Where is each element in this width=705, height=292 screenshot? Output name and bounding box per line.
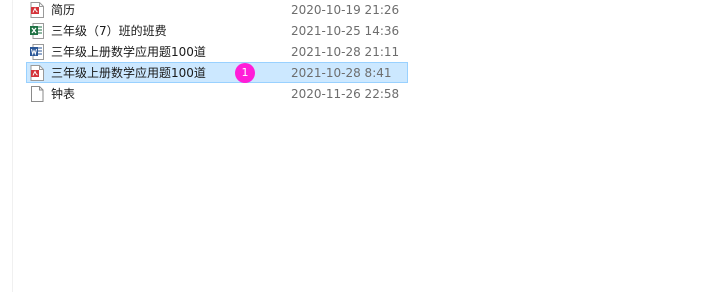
pane-divider[interactable] [12,0,13,292]
file-name: 钟表 [51,87,76,101]
pdf-file-icon [30,2,44,18]
file-name: 三年级（7）班的班费 [51,24,167,38]
file-modified-date: 2021-10-28 8:41 [291,66,392,80]
file-row[interactable]: 三年级（7）班的班费 2021-10-25 14:36 [26,20,408,41]
pdf-file-icon [30,65,44,81]
word-file-icon [30,44,44,60]
blank-file-icon [31,86,44,102]
file-row[interactable]: 简历 2020-10-19 21:26 [26,0,408,20]
file-name: 三年级上册数学应用题100道 [51,45,206,59]
file-explorer: 简历 2020-10-19 21:26 三年级（7）班的班费 2021-10-2… [0,0,705,292]
file-row-selected[interactable]: 三年级上册数学应用题100道 1 2021-10-28 8:41 [26,62,408,83]
excel-file-icon [30,23,44,39]
file-row[interactable]: 三年级上册数学应用题100道 2021-10-28 21:11 [26,41,408,62]
file-modified-date: 2021-10-25 14:36 [291,24,400,38]
file-modified-date: 2021-10-28 21:11 [291,45,400,59]
file-name: 三年级上册数学应用题100道 [51,66,206,80]
file-row[interactable]: 钟表 2020-11-26 22:58 [26,83,408,104]
step-badge: 1 [235,63,255,83]
file-modified-date: 2020-11-26 22:58 [291,87,400,101]
file-list: 简历 2020-10-19 21:26 三年级（7）班的班费 2021-10-2… [26,0,408,104]
file-name: 简历 [51,3,76,17]
file-modified-date: 2020-10-19 21:26 [291,3,400,17]
